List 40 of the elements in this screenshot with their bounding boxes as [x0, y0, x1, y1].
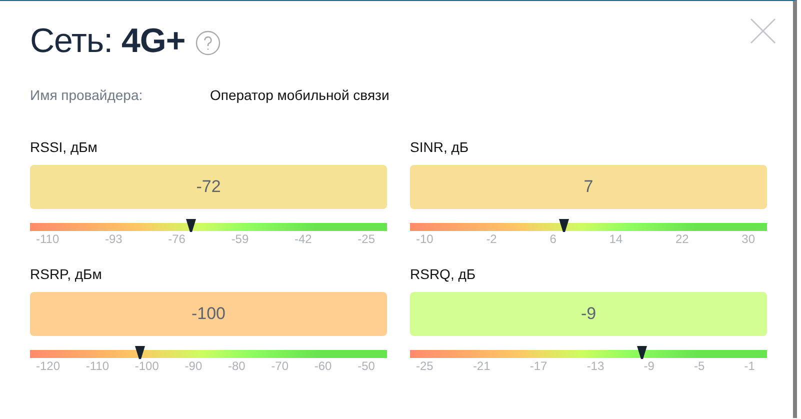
- scale-tick: -17: [530, 359, 548, 373]
- scale-tick: -21: [472, 359, 490, 373]
- scale-tick: -120: [36, 359, 60, 373]
- scale-tick: -50: [358, 359, 375, 373]
- provider-label: Имя провайдера:: [30, 87, 144, 103]
- scale-tick: -1: [744, 359, 755, 373]
- meter-label: RSSI, дБм: [30, 139, 98, 157]
- scale-tick: -5: [694, 359, 705, 373]
- close-icon[interactable]: [750, 18, 776, 44]
- scale-tick: -60: [314, 359, 332, 373]
- scale-tick: -110: [36, 232, 60, 246]
- scale-tick: -59: [231, 232, 249, 246]
- scale-tick: -2: [486, 232, 497, 246]
- scale-tick: 14: [609, 232, 623, 246]
- scale-tick: -76: [168, 232, 186, 246]
- meter-value: -100: [30, 292, 387, 336]
- meter-value: -72: [30, 165, 387, 209]
- scale-tick: -100: [134, 359, 159, 373]
- scale-tick: -13: [586, 359, 604, 373]
- meter-value: -9: [410, 292, 767, 336]
- meter-label: RSRQ, дБ: [410, 266, 477, 284]
- scale-tick: -80: [228, 359, 246, 373]
- meter-value: 7: [410, 165, 767, 209]
- provider-name: Оператор мобильной связи: [210, 87, 390, 103]
- scale-tick: -9: [644, 359, 654, 373]
- scale-tick: -10: [416, 232, 434, 246]
- meter-label: RSRP, дБм: [30, 266, 103, 284]
- scale-tick: -110: [86, 359, 110, 373]
- scale-tick: -90: [184, 359, 202, 373]
- scale-tick: 22: [675, 232, 689, 246]
- help-icon[interactable]: [195, 30, 222, 56]
- scale-tick: 30: [742, 232, 755, 246]
- scale-tick: -25: [416, 359, 434, 373]
- scale-tick: -70: [271, 359, 289, 373]
- scale-tick: -93: [104, 232, 122, 246]
- meter-label: SINR, дБ: [410, 139, 470, 157]
- scale-tick: 6: [550, 232, 556, 246]
- dialog-title: Сеть: 4G+: [30, 22, 186, 60]
- scale-tick: -42: [294, 232, 312, 246]
- scale-tick: -25: [358, 232, 375, 246]
